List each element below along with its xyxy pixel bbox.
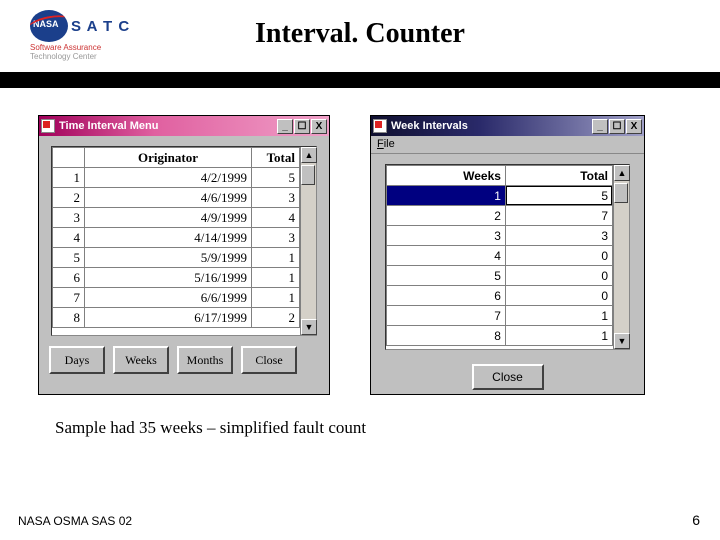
page-number: 6 [692,512,700,528]
col-total: Total [505,166,612,186]
maximize-button[interactable]: ☐ [294,119,310,134]
table-row: 60 [387,286,613,306]
window-title: Week Intervals [391,120,468,132]
scroll-up-icon[interactable]: ▲ [614,165,630,181]
scroll-thumb[interactable] [301,165,315,185]
months-button[interactable]: Months [177,346,233,374]
interval-grid: Originator Total 14/2/19995 24/6/19993 3… [51,146,317,336]
titlebar[interactable]: Week Intervals _ ☐ X [371,116,644,136]
title-divider [0,72,720,88]
table-row: 65/16/19991 [53,268,300,288]
time-interval-window: Time Interval Menu _ ☐ X Originator Tota… [38,115,330,395]
table-row: 44/14/19993 [53,228,300,248]
table-row: 50 [387,266,613,286]
minimize-button[interactable]: _ [592,119,608,134]
close-window-button[interactable]: X [626,119,642,134]
maximize-button[interactable]: ☐ [609,119,625,134]
table-row: 14/2/19995 [53,168,300,188]
app-icon [373,119,387,133]
table-row: 27 [387,206,613,226]
table-row: 15 [387,186,613,206]
button-row: Days Weeks Months Close [39,336,329,374]
titlebar[interactable]: Time Interval Menu _ ☐ X [39,116,329,136]
table-row: 33 [387,226,613,246]
table-row: 81 [387,326,613,346]
logo-subtitle-2: Technology Center [30,52,160,61]
weeks-button[interactable]: Weeks [113,346,169,374]
close-button[interactable]: Close [472,364,544,390]
table-row: 71 [387,306,613,326]
scroll-thumb[interactable] [614,183,628,203]
weeks-table: Weeks Total 15 27 33 40 50 60 71 81 [386,165,613,346]
table-row: 55/9/19991 [53,248,300,268]
menubar: File [371,136,644,154]
scrollbar[interactable]: ▲ ▼ [300,147,316,335]
col-blank [53,148,85,168]
close-window-button[interactable]: X [311,119,327,134]
caption-text: Sample had 35 weeks – simplified fault c… [55,418,366,438]
scroll-down-icon[interactable]: ▼ [614,333,630,349]
col-weeks: Weeks [387,166,506,186]
table-row: 40 [387,246,613,266]
slide-title: Interval. Counter [0,18,720,50]
col-total: Total [252,148,300,168]
file-menu[interactable]: File [377,138,395,150]
week-intervals-window: Week Intervals _ ☐ X File Weeks Total 15… [370,115,645,395]
app-icon [41,119,55,133]
scroll-track[interactable] [614,181,629,333]
minimize-button[interactable]: _ [277,119,293,134]
file-menu-label: ile [384,138,395,150]
table-row: 34/9/19994 [53,208,300,228]
window-title: Time Interval Menu [59,120,158,132]
scroll-up-icon[interactable]: ▲ [301,147,317,163]
scroll-down-icon[interactable]: ▼ [301,319,317,335]
table-row: 86/17/19992 [53,308,300,328]
interval-table: Originator Total 14/2/19995 24/6/19993 3… [52,147,300,328]
button-row: Close [371,350,644,390]
table-row: 24/6/19993 [53,188,300,208]
col-originator: Originator [85,148,252,168]
scrollbar[interactable]: ▲ ▼ [613,165,629,349]
close-button[interactable]: Close [241,346,297,374]
table-row: 76/6/19991 [53,288,300,308]
days-button[interactable]: Days [49,346,105,374]
weeks-grid: Weeks Total 15 27 33 40 50 60 71 81 ▲ ▼ [385,164,630,350]
scroll-track[interactable] [301,163,316,319]
footer-org: NASA OSMA SAS 02 [18,514,132,528]
